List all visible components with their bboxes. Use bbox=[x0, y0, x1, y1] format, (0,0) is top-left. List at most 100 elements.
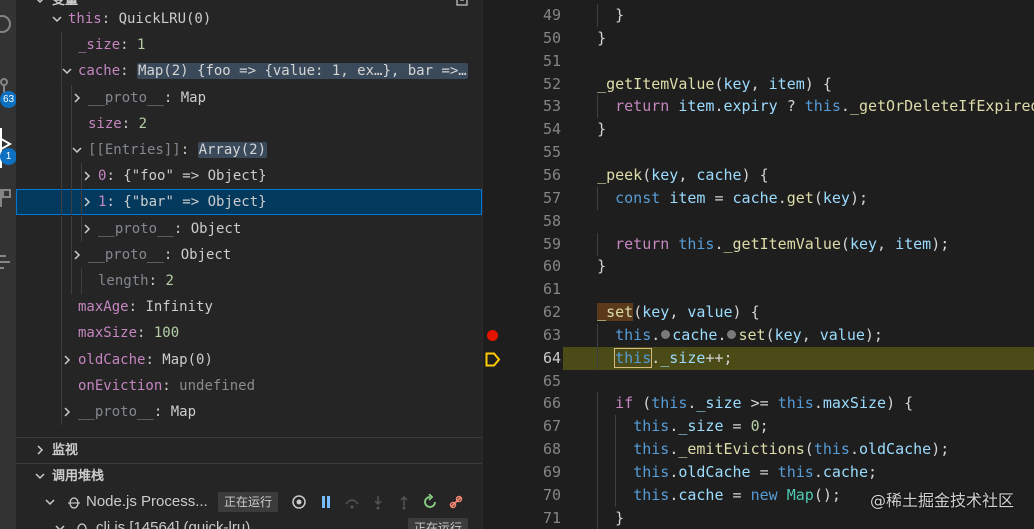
code-token: ; bbox=[759, 417, 769, 436]
chevron-right-icon[interactable] bbox=[70, 85, 84, 111]
variable-row[interactable]: 1: {"bar" => Object} bbox=[16, 189, 482, 216]
line-number[interactable]: 55 bbox=[483, 141, 561, 164]
code-text: if (this._size >= this.maxSize) { bbox=[579, 392, 913, 415]
line-number[interactable]: 51 bbox=[483, 50, 561, 73]
step-over-icon[interactable] bbox=[344, 494, 360, 510]
chevron-right-icon[interactable] bbox=[80, 189, 94, 215]
restart-icon[interactable] bbox=[422, 494, 438, 510]
variable-row[interactable]: maxSize: 100 bbox=[16, 320, 482, 347]
inline-breakpoint-icon[interactable] bbox=[727, 329, 737, 339]
line-number[interactable]: 68 bbox=[483, 438, 561, 461]
line-number[interactable]: 49 bbox=[483, 4, 561, 27]
line-number[interactable]: 50 bbox=[483, 27, 561, 50]
line-number[interactable]: 57 bbox=[483, 187, 561, 210]
indent-guide bbox=[61, 294, 62, 321]
line-number[interactable]: 52 bbox=[483, 73, 561, 96]
line-number[interactable]: 67 bbox=[483, 415, 561, 438]
variable-value: Map bbox=[180, 89, 207, 106]
line-number[interactable]: 56 bbox=[483, 164, 561, 187]
chevron-down-icon[interactable] bbox=[70, 137, 84, 163]
variable-value: 1 bbox=[137, 37, 146, 54]
watch-section-header[interactable]: 监视 bbox=[16, 439, 482, 461]
line-number[interactable]: 58 bbox=[483, 210, 561, 233]
variable-row[interactable]: length: 2 bbox=[16, 268, 482, 294]
variable-row[interactable]: [[Entries]]: Array(2) bbox=[16, 137, 482, 163]
line-number[interactable]: 65 bbox=[483, 370, 561, 393]
indent-guide bbox=[61, 32, 62, 59]
stop-icon[interactable] bbox=[291, 494, 307, 510]
code-token: _set bbox=[597, 303, 634, 322]
indent-guide bbox=[615, 438, 617, 462]
variable-row[interactable]: __proto__: Map bbox=[16, 84, 482, 111]
code-token: this bbox=[777, 463, 814, 481]
code-token: cache bbox=[672, 325, 718, 344]
line-number[interactable]: 62 bbox=[483, 301, 561, 324]
code-token: item bbox=[678, 97, 715, 116]
step-out-icon[interactable] bbox=[396, 494, 412, 510]
line-number[interactable]: 71 bbox=[483, 507, 561, 529]
chevron-down-icon[interactable] bbox=[50, 6, 64, 32]
code-text: this.cache = new Map(); bbox=[579, 484, 841, 507]
chevron-down-icon[interactable] bbox=[60, 58, 74, 84]
chevron-right-icon[interactable] bbox=[80, 216, 94, 242]
code-token: . bbox=[714, 97, 724, 116]
code-token: _size bbox=[696, 394, 742, 413]
step-into-icon[interactable] bbox=[370, 494, 386, 510]
variable-value: Infinity bbox=[145, 299, 213, 316]
remote-explorer-icon[interactable] bbox=[0, 248, 14, 272]
extensions-icon[interactable] bbox=[0, 186, 14, 210]
callstack-session[interactable]: Node.js Process... 正在运行 bbox=[16, 489, 482, 515]
disconnect-icon[interactable] bbox=[448, 494, 464, 510]
variable-row[interactable]: maxAge: Infinity bbox=[16, 294, 482, 321]
line-number[interactable]: 61 bbox=[483, 278, 561, 301]
source-control-badge: 63 bbox=[0, 91, 16, 108]
chevron-down-icon bbox=[45, 499, 55, 506]
chevron-right-icon[interactable] bbox=[60, 399, 74, 425]
variable-row[interactable]: _size: 1 bbox=[16, 32, 482, 59]
code-editor[interactable]: 49 } 50 } 51 52 _getItemValue(key, item) {5… bbox=[483, 0, 1034, 529]
variable-value: Object bbox=[180, 246, 232, 263]
line-number[interactable]: 69 bbox=[483, 461, 561, 484]
line-number[interactable]: 66 bbox=[483, 392, 561, 415]
code-token: item bbox=[669, 188, 706, 207]
chevron-right-icon[interactable] bbox=[60, 347, 74, 373]
indent-guide bbox=[61, 215, 62, 242]
variable-row[interactable]: cache: Map(2) {foo => {value: 1, ex…}, b… bbox=[16, 58, 482, 85]
code-token: _size bbox=[660, 348, 706, 367]
variable-row[interactable]: __proto__: Map bbox=[16, 399, 482, 425]
variable-row[interactable]: onEviction: undefined bbox=[16, 372, 482, 399]
code-token: . bbox=[669, 463, 679, 481]
debug-session-icon bbox=[68, 497, 80, 509]
code-token: ) { bbox=[741, 165, 769, 184]
code-token: } bbox=[597, 257, 607, 276]
variable-row[interactable]: oldCache: Map(0) bbox=[16, 346, 482, 373]
code-token: (); bbox=[813, 485, 841, 504]
callstack-thread[interactable]: cli.js [14564] (quick-lru) 正在运行 bbox=[16, 515, 482, 529]
line-number[interactable]: 60 bbox=[483, 255, 561, 278]
line-number[interactable]: 59 bbox=[483, 233, 561, 256]
callstack-section-header[interactable]: 调用堆栈 bbox=[16, 465, 482, 487]
code-token: cache bbox=[696, 165, 742, 184]
variable-name: length bbox=[98, 273, 149, 289]
variable-row[interactable]: __proto__: Object bbox=[16, 241, 482, 268]
variable-row[interactable]: size: 2 bbox=[16, 110, 482, 137]
code-token: Map bbox=[786, 485, 814, 504]
search-icon[interactable] bbox=[0, 12, 14, 36]
chevron-right-icon[interactable] bbox=[70, 242, 84, 268]
debug-sidebar: 变量 this: QuickLRU(0)_size: 1cache: Map(2… bbox=[16, 0, 482, 529]
variable-name: this bbox=[68, 11, 102, 27]
variable-row[interactable]: this: QuickLRU(0) bbox=[16, 6, 482, 32]
variable-row[interactable]: 0: {"foo" => Object} bbox=[16, 163, 482, 190]
line-number[interactable]: 54 bbox=[483, 118, 561, 141]
chevron-right-icon[interactable] bbox=[80, 163, 94, 189]
section-divider bbox=[16, 463, 482, 464]
line-number[interactable]: 53 bbox=[483, 95, 561, 118]
code-line: 58 bbox=[483, 210, 1034, 233]
line-number[interactable]: 70 bbox=[483, 484, 561, 507]
variable-row[interactable]: __proto__: Object bbox=[16, 215, 482, 242]
pause-icon[interactable] bbox=[318, 494, 334, 510]
indent-guide bbox=[61, 189, 62, 216]
breakpoint-icon[interactable] bbox=[487, 329, 498, 341]
inline-breakpoint-icon[interactable] bbox=[661, 329, 671, 339]
